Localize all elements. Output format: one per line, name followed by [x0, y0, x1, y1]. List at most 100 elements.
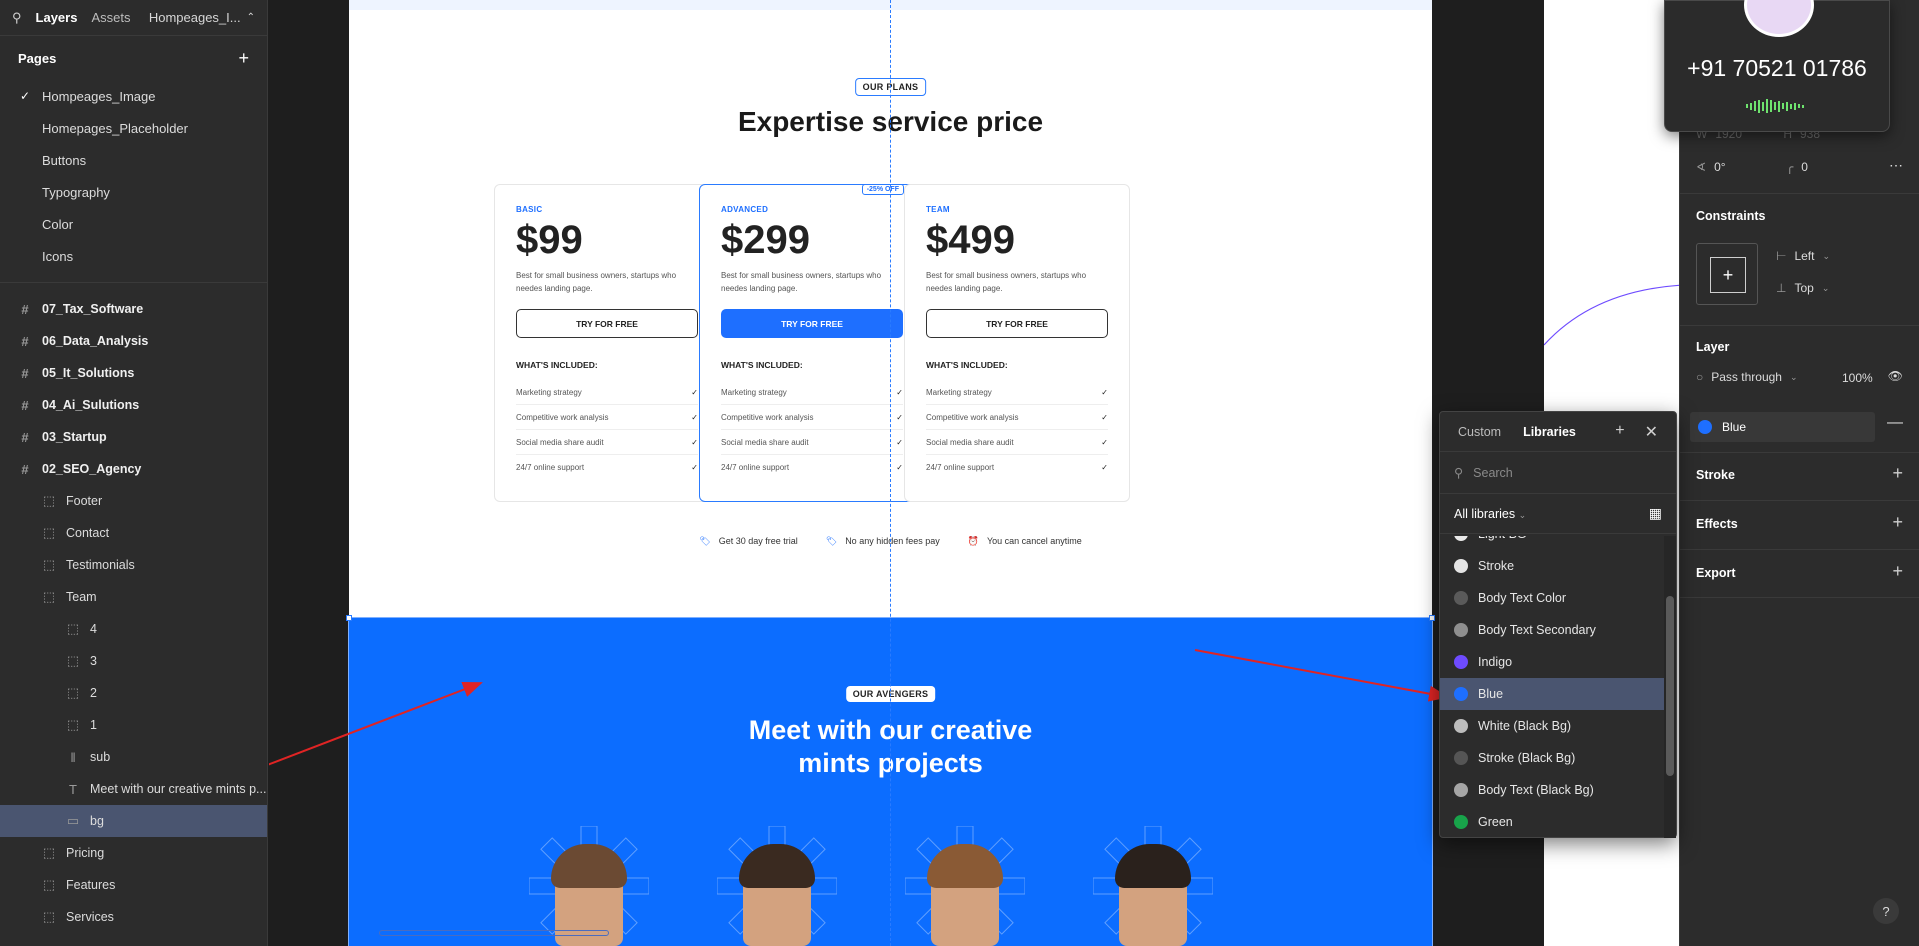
layer-row[interactable]: ⬚ Team — [0, 581, 267, 613]
try-for-free-button[interactable]: TRY FOR FREE — [516, 309, 698, 338]
remove-fill-icon[interactable]: — — [1887, 414, 1903, 432]
file-name-dropdown[interactable]: Hompeages_I... ⌃ — [149, 10, 255, 25]
blend-row[interactable]: ○ Pass through ⌄ — [1696, 370, 1798, 384]
horizontal-scrollbar[interactable] — [379, 930, 609, 936]
color-style-item[interactable]: Body Text Secondary — [1440, 614, 1666, 646]
tab-layers[interactable]: Layers — [36, 10, 78, 25]
search-icon[interactable]: ⚲ — [12, 10, 22, 26]
resize-handle-right[interactable] — [1429, 615, 1435, 621]
constraint-v-value: Top — [1794, 281, 1814, 295]
feature-label: Marketing strategy — [721, 387, 787, 397]
layer-row[interactable]: ⬚ 3 — [0, 645, 267, 677]
color-swatch — [1454, 815, 1468, 829]
library-filter-dropdown[interactable]: All libraries ⌄ — [1454, 507, 1526, 521]
help-button[interactable]: ? — [1873, 898, 1899, 924]
radius-value[interactable]: 0 — [1801, 160, 1808, 174]
feature-row: Competitive work analysis ✓ — [926, 405, 1108, 430]
add-effect-icon[interactable]: + — [1892, 512, 1903, 533]
chevron-up-icon: ⌃ — [246, 12, 255, 23]
opacity-value[interactable]: 100% — [1842, 371, 1873, 385]
fill-chip[interactable]: Blue — [1690, 412, 1875, 442]
add-export-icon[interactable]: + — [1892, 561, 1903, 582]
layer-row[interactable]: ⬚ Footer — [0, 485, 267, 517]
alarm-icon: ⏰ — [967, 536, 979, 546]
auto-layout-icon: ‖ — [70, 749, 76, 765]
libraries-popup: Custom Libraries + ✕ ⚲ Search All librar… — [1439, 411, 1677, 838]
color-style-name: Stroke — [1478, 559, 1515, 573]
add-page-icon[interactable]: + — [238, 48, 249, 69]
layer-row[interactable]: T Meet with our creative mints p... — [0, 773, 267, 805]
color-style-item[interactable]: Light BG — [1440, 536, 1666, 550]
layer-row[interactable]: ⬚ Services — [0, 901, 267, 933]
layer-label: Team — [66, 590, 97, 604]
layer-row[interactable]: ⬚ Features — [0, 869, 267, 901]
color-style-item[interactable]: White (Black Bg) — [1440, 710, 1666, 742]
check-icon: ✓ — [1101, 463, 1108, 472]
check-icon: ✓ — [896, 387, 903, 397]
search-input[interactable]: Search — [1473, 466, 1513, 480]
layer-row[interactable]: ⬚ 2 — [0, 677, 267, 709]
layer-row[interactable]: ⬚ Testimonials — [0, 549, 267, 581]
list-scrollbar[interactable] — [1664, 536, 1676, 838]
tab-custom[interactable]: Custom — [1458, 425, 1501, 439]
layer-row[interactable]: ⬚ 1 — [0, 709, 267, 741]
constraint-center[interactable]: + — [1710, 257, 1746, 293]
layer-row[interactable]: #05_It_Solutions — [0, 357, 267, 389]
constraint-h-row[interactable]: ⊢ Left ⌄ — [1776, 249, 1830, 263]
feature-row: Competitive work analysis ✓ — [721, 405, 903, 430]
pricing-card: BASIC $99 Best for small business owners, … — [494, 184, 720, 502]
layer-row[interactable]: ‖ sub — [0, 741, 267, 773]
seo-agency-frame[interactable]: OUR PLANS Expertise service price BASIC $… — [346, 0, 1435, 946]
page-item[interactable]: Typography — [0, 176, 267, 208]
color-style-item[interactable]: Green — [1440, 806, 1666, 838]
layer-row[interactable]: #04_Ai_Sulutions — [0, 389, 267, 421]
layer-row[interactable]: ⬚ Contact — [0, 517, 267, 549]
tab-libraries[interactable]: Libraries — [1523, 425, 1576, 439]
color-style-item[interactable]: Stroke (Black Bg) — [1440, 742, 1666, 774]
grid-view-icon[interactable]: ▦ — [1649, 505, 1662, 522]
tab-assets[interactable]: Assets — [91, 10, 130, 25]
resize-handle-left[interactable] — [346, 615, 352, 621]
page-item[interactable]: Icons — [0, 240, 267, 272]
scroll-thumb[interactable] — [1666, 596, 1674, 776]
pages-title: Pages — [18, 50, 57, 66]
try-for-free-button[interactable]: TRY FOR FREE — [926, 309, 1108, 338]
layer-row[interactable]: #03_Startup — [0, 421, 267, 453]
layer-row[interactable]: #02_SEO_Agency — [0, 453, 267, 485]
page-item[interactable]: Color — [0, 208, 267, 240]
layer-row[interactable]: ⬚ Pricing — [0, 837, 267, 869]
included-title: WHAT'S INCLUDED: — [926, 360, 1008, 370]
color-style-item[interactable]: Body Text Color — [1440, 582, 1666, 614]
layer-label: Pricing — [66, 846, 105, 860]
page-item[interactable]: Homepages_Placeholder — [0, 112, 267, 144]
rotation-value[interactable]: 0° — [1714, 160, 1778, 174]
color-style-item[interactable]: Body Text (Black Bg) — [1440, 774, 1666, 806]
included-title: WHAT'S INCLUDED: — [721, 360, 803, 370]
perk-item: 🏷 No any hidden fees pay — [826, 536, 940, 547]
color-style-item[interactable]: Blue — [1440, 678, 1666, 710]
more-icon[interactable]: ⋯ — [1889, 157, 1903, 174]
layer-row[interactable]: ▭ bg — [0, 805, 267, 837]
layer-row[interactable]: #07_Tax_Software — [0, 293, 267, 325]
constraint-v-row[interactable]: ⊥ Top ⌄ — [1776, 281, 1829, 295]
feature-row: Marketing strategy ✓ — [926, 380, 1108, 405]
page-item[interactable]: ✓ Hompeages_Image — [0, 80, 267, 112]
layer-row[interactable]: #06_Data_Analysis — [0, 325, 267, 357]
eye-icon[interactable]: 👁 — [1888, 369, 1903, 383]
section-icon: ⬚ — [42, 525, 56, 540]
left-topbar: ⚲ Layers Assets Hompeages_I... ⌃ — [0, 0, 267, 36]
constraints-widget[interactable]: + — [1696, 243, 1758, 305]
incoming-call-overlay[interactable]: +91 70521 01786 — [1664, 0, 1890, 132]
try-for-free-button[interactable]: TRY FOR FREE — [721, 309, 903, 338]
layer-row[interactable]: ⬚ 4 — [0, 613, 267, 645]
add-stroke-icon[interactable]: + — [1892, 463, 1903, 484]
close-icon[interactable]: ✕ — [1645, 422, 1658, 442]
color-style-item[interactable]: Stroke — [1440, 550, 1666, 582]
color-style-name: Blue — [1478, 687, 1504, 701]
library-search[interactable]: ⚲ Search — [1440, 452, 1676, 494]
color-swatch — [1454, 591, 1468, 605]
add-icon[interactable]: + — [1615, 422, 1624, 442]
color-swatch — [1454, 655, 1468, 669]
color-style-item[interactable]: Indigo — [1440, 646, 1666, 678]
page-item[interactable]: Buttons — [0, 144, 267, 176]
